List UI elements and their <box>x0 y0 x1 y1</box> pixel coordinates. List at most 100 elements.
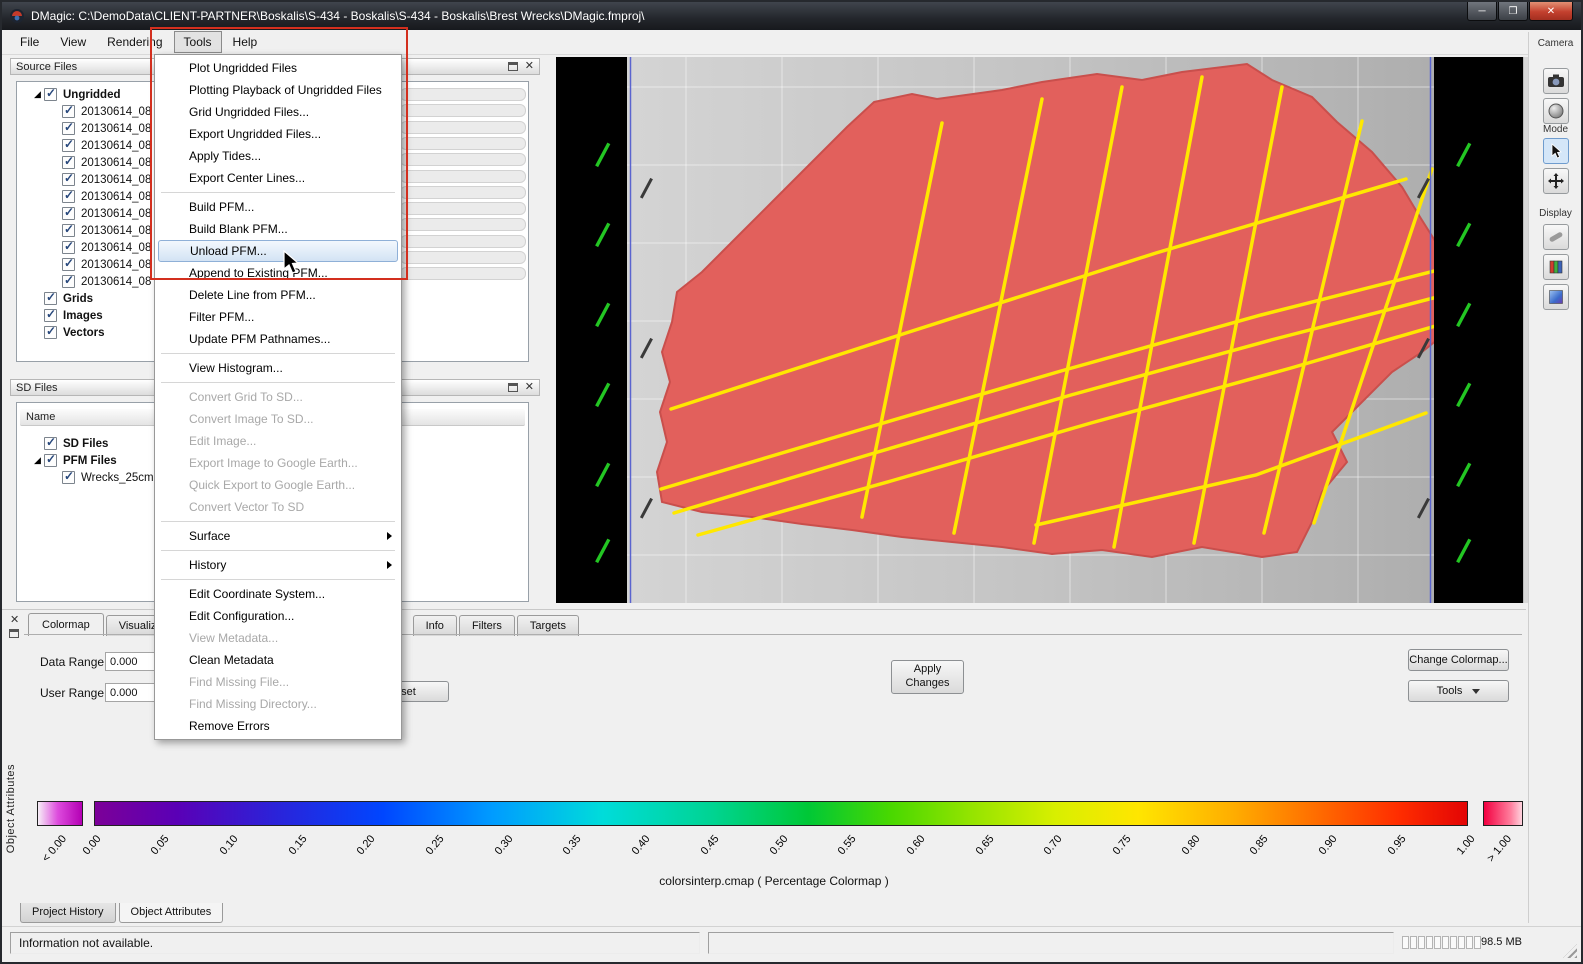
menu-item-find-missing-file: Find Missing File... <box>155 671 401 693</box>
menu-item-build-blank-pfm[interactable]: Build Blank PFM... <box>155 218 401 240</box>
file-status-row <box>400 186 526 199</box>
menu-item-export-center-lines[interactable]: Export Center Lines... <box>155 167 401 189</box>
menu-item-label: Edit Image... <box>189 434 256 448</box>
checkbox-checked[interactable] <box>44 292 57 305</box>
map-view[interactable] <box>556 57 1523 603</box>
menu-item-label: Export Center Lines... <box>189 171 305 185</box>
menu-item-unload-pfm[interactable]: Unload PFM... <box>158 240 398 262</box>
menu-item-label: Unload PFM... <box>190 244 267 258</box>
tab-colormap[interactable]: Colormap <box>28 613 104 636</box>
menu-item-history[interactable]: History <box>155 554 401 576</box>
menubar-item-rendering[interactable]: Rendering <box>97 31 172 53</box>
maximize-button[interactable]: ❐ <box>1498 2 1528 21</box>
menu-item-edit-coordinate-system[interactable]: Edit Coordinate System... <box>155 583 401 605</box>
checkbox-checked[interactable] <box>62 139 75 152</box>
checkbox-checked[interactable] <box>44 309 57 322</box>
right-toolbar <box>1528 32 1583 923</box>
memory-block <box>1426 936 1433 949</box>
checkbox-checked[interactable] <box>62 258 75 271</box>
flashlight-icon <box>1546 227 1566 247</box>
menu-item-export-ungridded-files[interactable]: Export Ungridded Files... <box>155 123 401 145</box>
menu-item-label: Export Image to Google Earth... <box>189 456 358 470</box>
colormap-display-button[interactable] <box>1543 254 1569 280</box>
menu-item-edit-configuration[interactable]: Edit Configuration... <box>155 605 401 627</box>
menu-item-view-histogram[interactable]: View Histogram... <box>155 357 401 379</box>
checkbox-checked[interactable] <box>44 326 57 339</box>
menubar-item-tools[interactable]: Tools <box>174 31 222 53</box>
menu-item-plot-ungridded-files[interactable]: Plot Ungridded Files <box>155 57 401 79</box>
menu-item-grid-ungridded-files[interactable]: Grid Ungridded Files... <box>155 101 401 123</box>
menu-item-convert-vector-to-sd: Convert Vector To SD <box>155 496 401 518</box>
dock-float-icon[interactable] <box>9 629 19 638</box>
tab-targets[interactable]: Targets <box>517 615 579 636</box>
menu-item-clean-metadata[interactable]: Clean Metadata <box>155 649 401 671</box>
tab-info[interactable]: Info <box>413 615 457 636</box>
memory-block <box>1402 936 1409 949</box>
menu-separator <box>161 521 395 522</box>
memory-block <box>1458 936 1465 949</box>
checkbox-checked[interactable] <box>62 471 75 484</box>
apply-changes-label-line1: Apply <box>914 663 942 677</box>
checkbox-checked[interactable] <box>44 88 57 101</box>
menubar-item-help[interactable]: Help <box>223 31 268 53</box>
menu-bar: FileViewRenderingToolsHelp <box>2 30 1581 55</box>
expander-icon[interactable]: ◢ <box>31 455 44 466</box>
light-button[interactable] <box>1543 224 1569 250</box>
checkbox-checked[interactable] <box>62 241 75 254</box>
submenu-arrow-icon <box>387 561 392 569</box>
change-colormap-button[interactable]: Change Colormap... <box>1408 649 1509 671</box>
expander-icon[interactable]: ◢ <box>31 89 44 100</box>
dock-close-icon[interactable]: ✕ <box>10 613 19 626</box>
menu-item-label: Export Ungridded Files... <box>189 127 321 141</box>
memory-block <box>1466 936 1473 949</box>
orbit-button[interactable] <box>1543 98 1569 124</box>
menu-item-delete-line-from-pfm[interactable]: Delete Line from PFM... <box>155 284 401 306</box>
file-status-row <box>400 202 526 215</box>
select-mode-button[interactable] <box>1543 138 1569 164</box>
file-status-row <box>400 121 526 134</box>
menubar-item-view[interactable]: View <box>50 31 96 53</box>
menu-item-build-pfm[interactable]: Build PFM... <box>155 196 401 218</box>
minimize-button[interactable]: ─ <box>1467 2 1497 21</box>
menu-item-append-to-existing-pfm[interactable]: Append to Existing PFM... <box>155 262 401 284</box>
camera-button[interactable] <box>1543 68 1569 94</box>
checkbox-checked[interactable] <box>62 173 75 186</box>
menu-item-update-pfm-pathnames[interactable]: Update PFM Pathnames... <box>155 328 401 350</box>
apply-changes-button[interactable]: Apply Changes <box>891 660 964 694</box>
status-message-box: Information not available. <box>10 932 700 954</box>
menu-item-apply-tides[interactable]: Apply Tides... <box>155 145 401 167</box>
bottom-tab-object-attributes[interactable]: Object Attributes <box>119 903 224 923</box>
colorbar-gradient <box>94 801 1468 826</box>
checkbox-checked[interactable] <box>62 224 75 237</box>
checkbox-checked[interactable] <box>62 105 75 118</box>
checkbox-checked[interactable] <box>62 275 75 288</box>
orbit-icon <box>1546 101 1566 121</box>
tools-dropdown-button[interactable]: Tools <box>1408 680 1509 702</box>
checkbox-checked[interactable] <box>62 122 75 135</box>
menu-item-plotting-playback-of-ungridded-files[interactable]: Plotting Playback of Ungridded Files <box>155 79 401 101</box>
pan-mode-button[interactable] <box>1543 168 1569 194</box>
close-panel-icon[interactable]: ✕ <box>525 61 534 72</box>
dock-side-tab[interactable]: Object Attributes <box>5 764 17 853</box>
checkbox-checked[interactable] <box>62 190 75 203</box>
dock-tab-label: Targets <box>530 620 566 632</box>
float-panel-icon[interactable] <box>508 62 518 71</box>
surface-display-button[interactable] <box>1543 284 1569 310</box>
checkbox-checked[interactable] <box>44 437 57 450</box>
menubar-item-file[interactable]: File <box>10 31 49 53</box>
tab-filters[interactable]: Filters <box>459 615 515 636</box>
colorbar-overflow-block <box>1483 801 1523 826</box>
menu-item-quick-export-to-google-earth: Quick Export to Google Earth... <box>155 474 401 496</box>
menu-item-convert-grid-to-sd: Convert Grid To SD... <box>155 386 401 408</box>
float-panel-icon[interactable] <box>508 383 518 392</box>
menu-item-filter-pfm[interactable]: Filter PFM... <box>155 306 401 328</box>
bottom-tab-project-history[interactable]: Project History <box>20 903 116 923</box>
close-button[interactable]: ✕ <box>1529 2 1573 21</box>
menu-item-view-metadata: View Metadata... <box>155 627 401 649</box>
menu-item-remove-errors[interactable]: Remove Errors <box>155 715 401 737</box>
checkbox-checked[interactable] <box>62 156 75 169</box>
checkbox-checked[interactable] <box>62 207 75 220</box>
close-panel-icon[interactable]: ✕ <box>525 382 534 393</box>
menu-item-surface[interactable]: Surface <box>155 525 401 547</box>
checkbox-checked[interactable] <box>44 454 57 467</box>
